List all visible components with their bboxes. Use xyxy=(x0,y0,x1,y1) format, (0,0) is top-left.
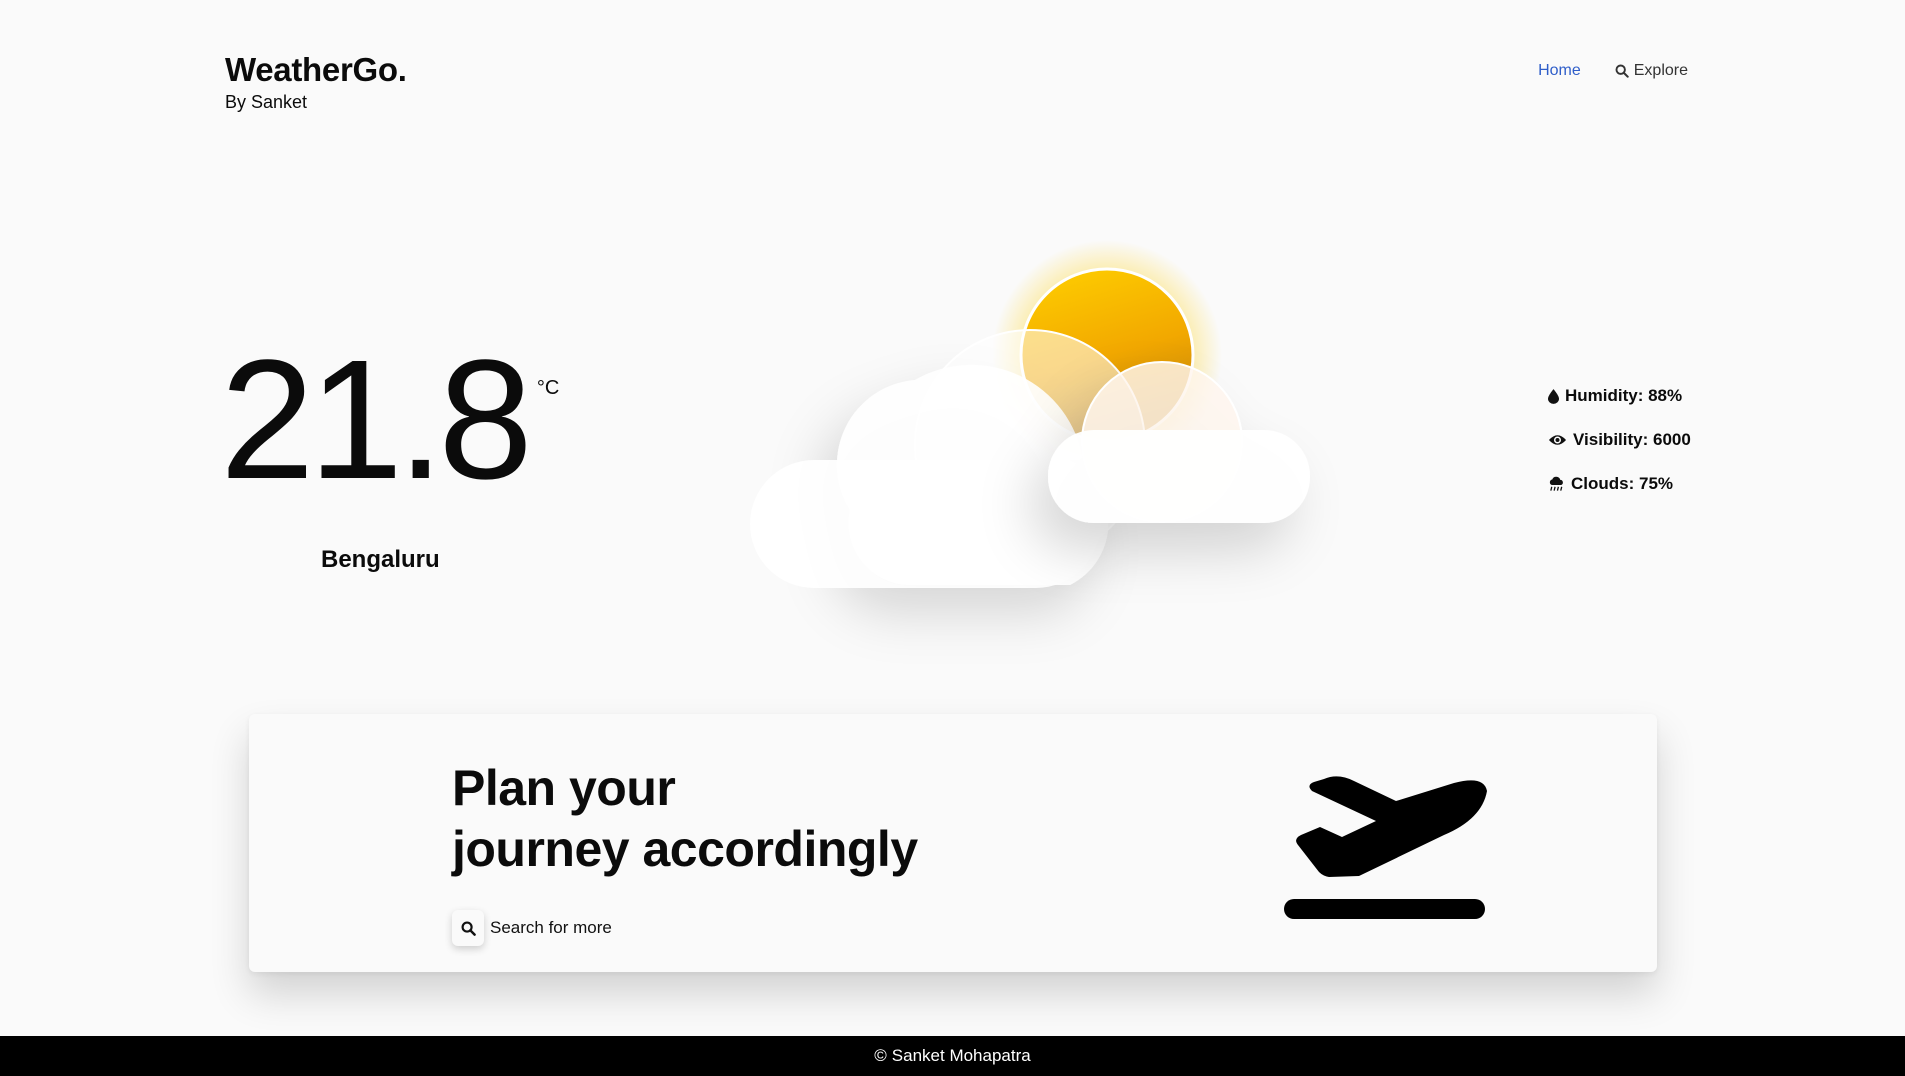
app-title: WeatherGo. xyxy=(225,51,407,88)
footer-text: Sanket Mohapatra xyxy=(891,1046,1031,1065)
search-icon xyxy=(1615,64,1629,78)
droplet-icon xyxy=(1548,388,1559,404)
sun-behind-cloud-icon xyxy=(750,240,1310,588)
nav-explore-label: Explore xyxy=(1633,62,1688,79)
temperature-value: 21.8 xyxy=(220,325,533,515)
clouds-value: Clouds: 75% xyxy=(1571,474,1674,493)
search-more-label: Search for more xyxy=(490,918,612,937)
visibility-value: Visibility: 6000 xyxy=(1573,430,1691,449)
search-button[interactable] xyxy=(452,910,484,946)
weather-stats: Humidity: 88% Visibility: 6000 Clouds: 7… xyxy=(1548,385,1691,517)
humidity-value: Humidity: 88% xyxy=(1565,386,1683,405)
humidity-stat: Humidity: 88% xyxy=(1548,385,1691,407)
plan-journey-card: Plan your journey accordingly Search for… xyxy=(249,714,1657,972)
search-icon xyxy=(461,921,476,936)
footer: © Sanket Mohapatra xyxy=(0,1036,1905,1076)
nav-home-label: Home xyxy=(1538,62,1581,79)
plan-title-line-2: journey accordingly xyxy=(452,821,918,877)
city-name: Bengaluru xyxy=(321,546,440,573)
cloud-rain-icon xyxy=(1549,476,1563,491)
eye-icon xyxy=(1548,435,1567,445)
brand: WeatherGo. By Sanket xyxy=(225,50,407,113)
temperature-display: 21.8 °C xyxy=(220,325,560,515)
plan-title: Plan your journey accordingly xyxy=(452,758,918,880)
top-nav: Home Explore xyxy=(1538,62,1688,80)
app-subtitle: By Sanket xyxy=(225,92,308,112)
temperature-unit: °C xyxy=(536,377,560,399)
clouds-stat: Clouds: 75% xyxy=(1548,473,1691,495)
plane-departure-icon xyxy=(1284,776,1487,919)
nav-home-link[interactable]: Home xyxy=(1538,62,1581,80)
copyright-symbol: © xyxy=(874,1046,887,1065)
visibility-stat: Visibility: 6000 xyxy=(1548,429,1691,451)
search-more-link[interactable]: Search for more xyxy=(452,910,612,946)
nav-explore-link[interactable]: Explore xyxy=(1615,62,1688,80)
plan-title-line-1: Plan your xyxy=(452,760,676,816)
